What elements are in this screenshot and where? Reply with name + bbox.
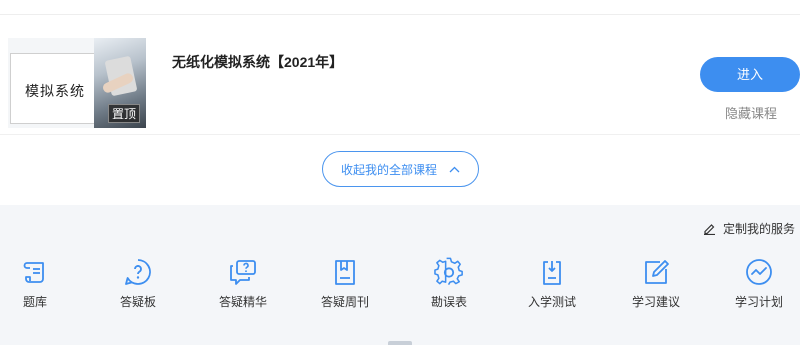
service-label: 答疑精华 xyxy=(218,295,267,309)
service-question-bank[interactable]: 题库 xyxy=(0,257,75,310)
service-label: 题库 xyxy=(22,295,47,309)
service-qa-board[interactable]: 答疑板 xyxy=(98,257,178,310)
service-label: 答疑周刊 xyxy=(320,295,369,309)
question-bubble-icon xyxy=(123,257,153,287)
service-entrance-test[interactable]: 入学测试 xyxy=(512,257,592,310)
gear-icon xyxy=(434,257,464,287)
service-label: 学习建议 xyxy=(631,295,680,309)
scroll-icon xyxy=(20,257,50,287)
collapse-label: 收起我的全部课程 xyxy=(340,162,437,177)
service-label: 勘误表 xyxy=(430,295,467,309)
service-qa-weekly[interactable]: 答疑周刊 xyxy=(305,257,385,310)
hide-course-link[interactable]: 隐藏课程 xyxy=(725,103,777,122)
bookmark-book-icon xyxy=(330,257,360,287)
service-label: 学习计划 xyxy=(734,295,783,309)
customize-label: 定制我的服务 xyxy=(723,222,796,236)
trend-circle-icon xyxy=(744,257,774,287)
chat-question-icon xyxy=(228,257,258,287)
thumbnail-text: 模拟系统 xyxy=(25,83,85,99)
pencil-icon xyxy=(704,224,715,235)
edit-square-icon xyxy=(641,257,671,287)
service-qa-essence[interactable]: 答疑精华 xyxy=(203,257,283,310)
chevron-up-icon xyxy=(449,166,460,172)
service-label: 入学测试 xyxy=(527,295,576,309)
service-label: 答疑板 xyxy=(119,295,156,309)
service-errata[interactable]: 勘误表 xyxy=(409,257,489,310)
test-paper-icon xyxy=(537,257,567,287)
collapse-courses-button[interactable]: 收起我的全部课程 xyxy=(322,151,479,187)
scroll-handle[interactable] xyxy=(388,341,412,345)
pin-badge: 置顶 xyxy=(107,104,140,123)
course-card: 模拟系统 置顶 无纸化模拟系统【2021年】 进入 隐藏课程 xyxy=(0,15,800,133)
service-study-plan[interactable]: 学习计划 xyxy=(719,257,799,310)
customize-services-button[interactable]: 定制我的服务 xyxy=(703,220,795,237)
course-thumbnail[interactable]: 模拟系统 置顶 xyxy=(8,38,146,128)
enter-button[interactable]: 进入 xyxy=(700,57,800,92)
course-title[interactable]: 无纸化模拟系统【2021年】 xyxy=(172,52,343,72)
thumbnail-label-box: 模拟系统 xyxy=(10,53,102,124)
services-panel: 定制我的服务 题库 答疑板 答疑精华 答疑周刊 勘误表 入学测试 学习建议 学习… xyxy=(0,205,800,345)
service-study-advice[interactable]: 学习建议 xyxy=(616,257,696,310)
section-divider xyxy=(0,134,800,135)
